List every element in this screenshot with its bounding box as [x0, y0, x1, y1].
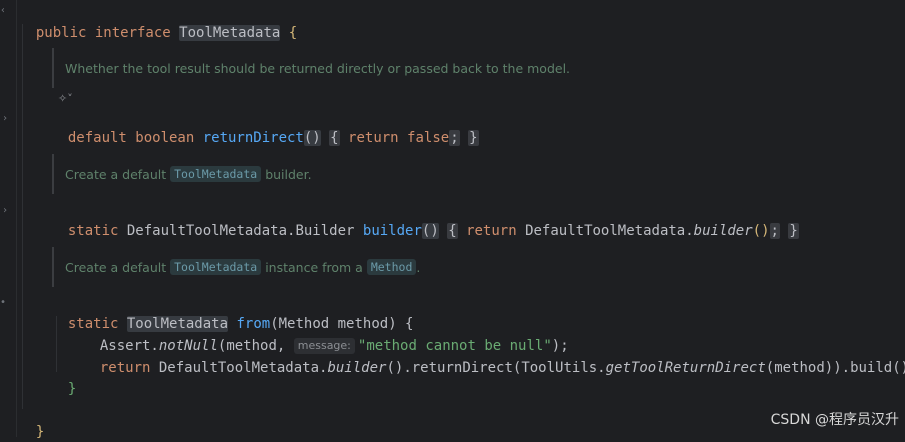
doc-text: .	[416, 259, 421, 275]
code-line-from[interactable]: static ToolMetadata from(Method method) …	[51, 294, 413, 332]
watermark: CSDN @程序员汉升	[770, 412, 899, 428]
doc-comment-return-direct: Whether the tool result should be return…	[52, 48, 570, 88]
parens: ()	[752, 223, 770, 239]
keyword: static	[67, 223, 127, 239]
code-line-close-interface[interactable]: }	[19, 402, 44, 440]
editor-gutter: ‹ › › •	[0, 0, 17, 437]
doc-text: instance from a	[265, 259, 363, 275]
chain: ().returnDirect(ToolUtils.	[386, 360, 606, 376]
code-line-interface[interactable]: public interface ToolMetadata {	[19, 3, 297, 41]
brace: }	[35, 424, 45, 440]
folded-brace-open[interactable]: {	[447, 223, 458, 239]
fold-chevron-icon[interactable]: ›	[2, 206, 8, 216]
literal: false	[407, 130, 450, 146]
method-name: returnDirect	[202, 130, 304, 146]
static-call: getToolReturnDirect	[605, 360, 766, 376]
class-name: DefaultToolMetadata.	[158, 360, 328, 376]
folded-brace-close[interactable]: }	[788, 223, 799, 239]
type-name: DefaultToolMetadata.Builder	[126, 223, 363, 239]
keyword: public interface	[35, 25, 180, 41]
folded-brace-open[interactable]: {	[329, 130, 340, 146]
interface-name: ToolMetadata	[179, 25, 281, 41]
semicolon: ;	[769, 223, 780, 239]
code-line-close-method[interactable]: }	[51, 359, 76, 397]
indent-guide	[22, 24, 23, 409]
brace: {	[280, 25, 298, 41]
doc-text: Create a default	[65, 259, 167, 275]
keyword: return	[99, 360, 159, 376]
fold-chevron-icon[interactable]: ›	[2, 114, 8, 124]
ai-assist-icon[interactable]: ✧˅	[58, 92, 73, 106]
doc-code-chip: ToolMetadata	[170, 166, 262, 182]
code-line-return[interactable]: return DefaultToolMetadata.builder().ret…	[83, 338, 905, 376]
keyword: return	[339, 130, 408, 146]
doc-comment-from: Create a default ToolMetadata instance f…	[52, 247, 420, 287]
doc-code-chip: ToolMetadata	[170, 259, 262, 275]
doc-comment-builder: Create a default ToolMetadata builder.	[52, 154, 312, 194]
gutter-marker: ‹	[0, 5, 7, 16]
method-name: builder	[362, 223, 422, 239]
keyword: default boolean	[67, 130, 203, 146]
code-line-return-direct[interactable]: default boolean returnDirect() { return …	[51, 108, 479, 146]
class-name: DefaultToolMetadata.	[525, 223, 694, 239]
brace: }	[67, 381, 77, 397]
gutter-dot-icon: •	[0, 297, 7, 308]
doc-code-chip: Method	[366, 259, 417, 275]
folded-brace-close[interactable]: }	[468, 130, 479, 146]
code-line-assert[interactable]: Assert.notNull(method, message: "method c…	[83, 316, 569, 354]
semicolon: ;	[449, 130, 460, 146]
static-call: builder	[693, 223, 753, 239]
parens: ()	[421, 223, 439, 239]
doc-text: Whether the tool result should be return…	[65, 60, 571, 76]
statement-end: (method)).build();	[765, 360, 905, 376]
static-call: builder	[327, 360, 387, 376]
code-line-builder[interactable]: static DefaultToolMetadata.Builder build…	[51, 201, 799, 239]
doc-text: builder.	[265, 166, 312, 182]
parens: ()	[303, 130, 321, 146]
keyword: return	[457, 223, 526, 239]
doc-text: Create a default	[65, 166, 167, 182]
